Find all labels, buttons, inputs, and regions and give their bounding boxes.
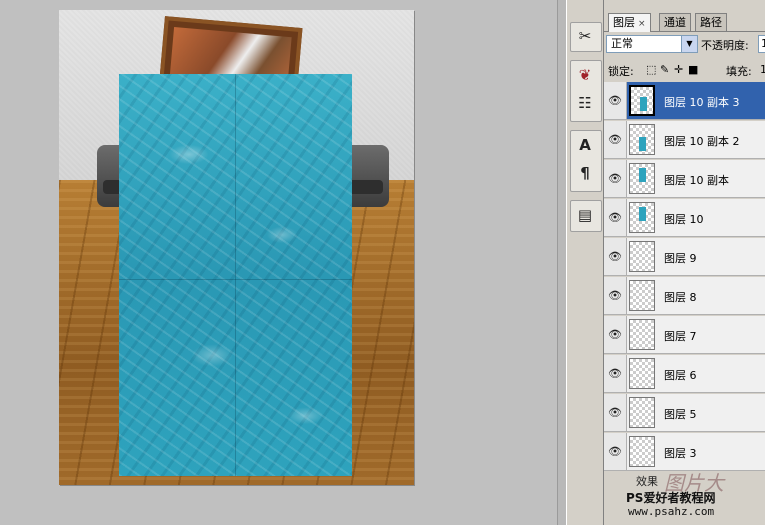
eye-icon[interactable]: 👁 [604,121,627,158]
layer-name: 图层 7 [664,330,697,343]
paragraph-icon[interactable]: ¶ [574,162,596,184]
lock-transparent-icon[interactable]: ⬚ [646,63,656,76]
layer-row[interactable]: 👁 图层 3 [604,433,765,471]
watermark-url: www.psahz.com [628,505,715,518]
clone-source-icon[interactable]: ☷ [574,92,596,114]
layer-row[interactable]: 👁 图层 10 副本 2 [604,121,765,159]
layer-row[interactable]: 👁 图层 9 [604,238,765,276]
eye-icon[interactable]: 👁 [604,238,627,275]
lock-all-icon[interactable]: ■ [688,63,698,76]
layer-row[interactable]: 👁 图层 10 副本 3 [604,82,765,120]
layer-thumbnail [629,241,655,272]
layers-panel: 图层 × 通道 路径 正常 ▼ 不透明度: 1 锁定: ⬚ ✎ ✛ ■ 填充: 1… [604,0,765,525]
layer-thumbnail [629,319,655,350]
layer-name: 图层 6 [664,369,697,382]
layer-thumbnail [629,397,655,428]
eye-icon[interactable]: 👁 [604,277,627,314]
eye-icon[interactable]: 👁 [604,433,627,470]
effects-label: 效果 [636,475,658,488]
tools-icon[interactable]: ✂ [574,25,596,47]
opacity-input[interactable]: 1 [758,35,765,53]
panel-divider[interactable] [557,0,566,525]
layer-name: 图层 10 副本 [664,174,729,187]
layer-row[interactable]: 👁 图层 7 [604,316,765,354]
layer-name: 图层 8 [664,291,697,304]
eye-icon[interactable]: 👁 [604,316,627,353]
eye-icon[interactable]: 👁 [604,160,627,197]
layer-thumbnail [629,124,655,155]
lock-label: 锁定: [608,65,634,78]
layer-name: 图层 10 副本 3 [664,96,740,109]
layer-thumbnail [629,280,655,311]
layer-name: 图层 10 副本 2 [664,135,740,148]
blend-mode-select[interactable]: 正常 ▼ [606,35,698,53]
lock-image-icon[interactable]: ✎ [660,63,669,76]
layer-row[interactable]: 👁 图层 10 副本 [604,160,765,198]
layer-thumbnail [629,202,655,233]
blend-row: 正常 ▼ 不透明度: 1 [606,35,765,55]
layer-thumbnail [629,436,655,467]
palette-icon-strip: ✂ ❦ ☷ A ¶ ▤ [566,0,604,525]
tab-paths[interactable]: 路径 [695,13,727,31]
tab-channels[interactable]: 通道 [659,13,691,31]
panel-tabs: 图层 × 通道 路径 [604,13,765,32]
lock-row: 锁定: ⬚ ✎ ✛ ■ 填充: 1 [608,62,765,80]
layer-thumbnail [629,85,655,116]
fill-input[interactable]: 1 [760,63,765,76]
watermark-site-name: PS爱好者教程网 [626,491,716,505]
eye-icon[interactable]: 👁 [604,394,627,431]
type-icon[interactable]: A [574,134,596,156]
layer-name: 图层 5 [664,408,697,421]
layer-row[interactable]: 👁 图层 8 [604,277,765,315]
notes-icon[interactable]: ▤ [574,204,596,226]
layer-thumbnail [629,358,655,389]
fill-label: 填充: [726,65,752,78]
layer-name: 图层 10 [664,213,704,226]
document-canvas[interactable] [59,10,414,485]
close-icon[interactable]: × [638,19,646,29]
layer-row[interactable]: 👁 图层 6 [604,355,765,393]
eye-icon[interactable]: 👁 [604,199,627,236]
eye-icon[interactable]: 👁 [604,355,627,392]
brush-preset-icon[interactable]: ❦ [574,64,596,86]
watermark: 效果 图片大 PS爱好者教程网 www.psahz.com [622,467,765,525]
layer-name: 图层 3 [664,447,697,460]
opacity-label: 不透明度: [701,39,749,52]
canvas-area[interactable] [0,0,557,525]
layer-name: 图层 9 [664,252,697,265]
layer-row[interactable]: 👁 图层 5 [604,394,765,432]
chevron-down-icon[interactable]: ▼ [681,36,697,52]
eye-icon[interactable]: 👁 [604,82,627,119]
tab-layers[interactable]: 图层 × [608,13,651,32]
layer-thumbnail [629,163,655,194]
layer-row[interactable]: 👁 图层 10 [604,199,765,237]
water-texture-layer [119,74,352,476]
lock-position-icon[interactable]: ✛ [674,63,683,76]
